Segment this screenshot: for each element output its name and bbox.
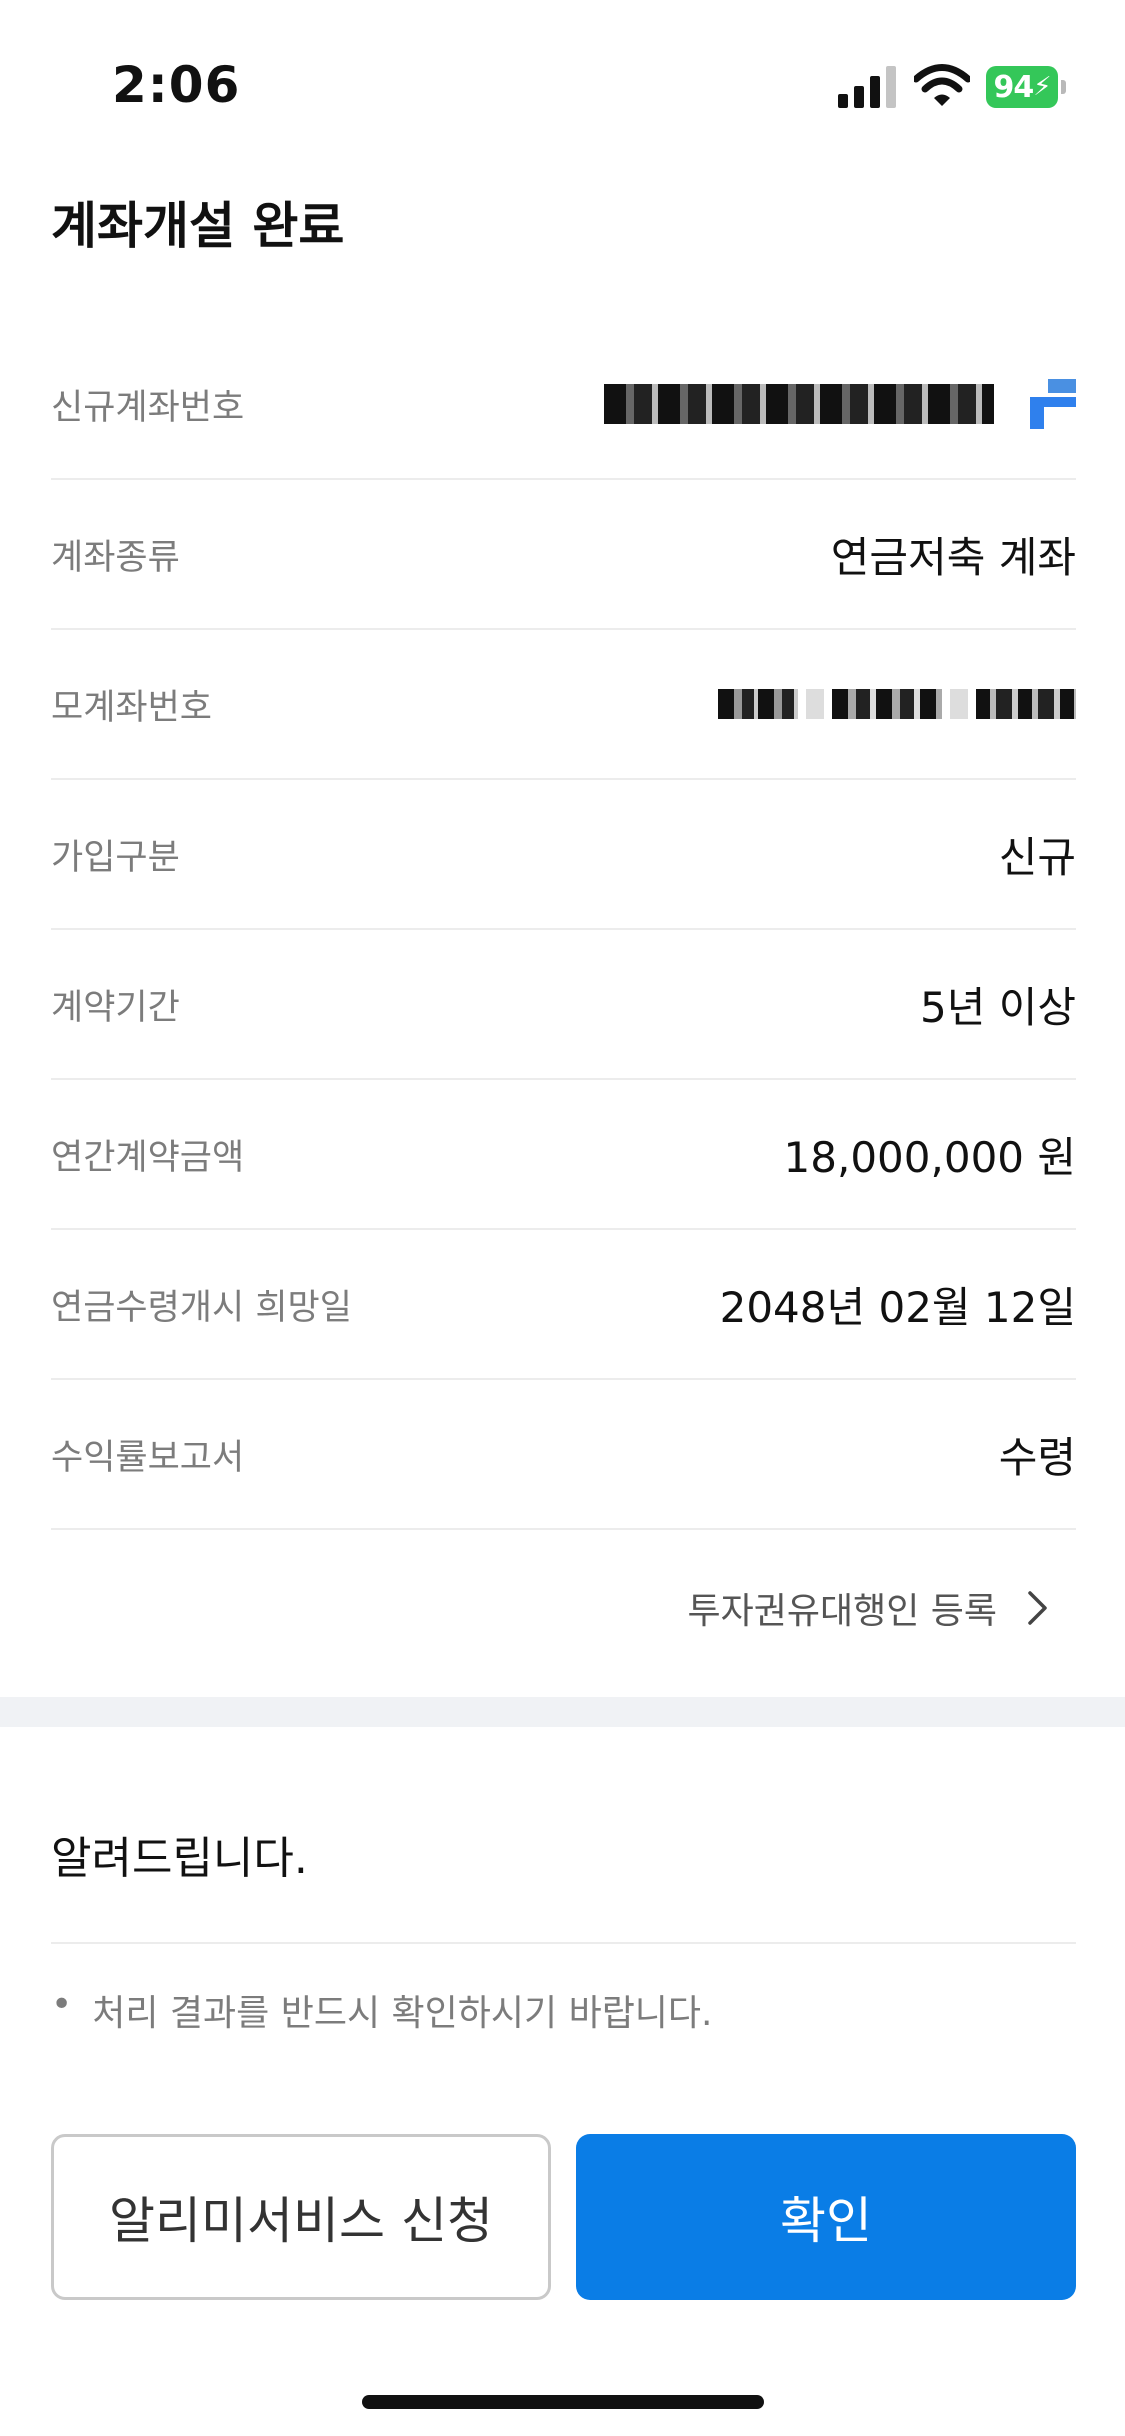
cellular-signal-icon xyxy=(838,66,896,108)
row-label: 연금수령개시 희망일 xyxy=(51,1287,352,1328)
masked-block xyxy=(976,689,1076,719)
battery-charging-icon: 94 ⚡ xyxy=(986,66,1066,108)
agent-link-label: 투자권유대행인 등록 xyxy=(687,1591,997,1632)
row-value: 연금저축 계좌 xyxy=(830,532,1076,582)
row-value: 18,000,000 원 xyxy=(783,1132,1076,1182)
notice-divider xyxy=(51,1942,1076,1944)
masked-block xyxy=(832,689,942,719)
row-return-report: 수익률보고서 수령 xyxy=(51,1380,1076,1530)
charging-bolt-icon: ⚡ xyxy=(1033,72,1051,102)
masked-block xyxy=(806,689,824,719)
row-value: 수령 xyxy=(998,1432,1076,1482)
row-label: 연간계약금액 xyxy=(51,1137,245,1178)
home-indicator[interactable] xyxy=(362,2395,764,2409)
notice-item-text: 처리 결과를 반드시 확인하시기 바랍니다. xyxy=(92,1993,713,2034)
row-label: 모계좌번호 xyxy=(51,687,213,728)
page-title: 계좌개설 완료 xyxy=(51,197,345,255)
row-label: 수익률보고서 xyxy=(51,1437,245,1478)
row-label: 계좌종류 xyxy=(51,537,180,578)
row-value: 2048년 02월 12일 xyxy=(719,1282,1076,1332)
row-value: 신규 xyxy=(998,832,1076,882)
bullet-icon: • xyxy=(51,1984,73,2025)
notice-title: 알려드립니다. xyxy=(51,1833,308,1884)
row-pension-start-date: 연금수령개시 희망일 2048년 02월 12일 xyxy=(51,1230,1076,1380)
section-divider xyxy=(0,1697,1125,1727)
row-annual-contract-amount: 연간계약금액 18,000,000 원 xyxy=(51,1080,1076,1230)
row-account-type: 계좌종류 연금저축 계좌 xyxy=(51,480,1076,630)
confirm-button[interactable]: 확인 xyxy=(576,2134,1076,2300)
notice-item: • 처리 결과를 반드시 확인하시기 바랍니다. xyxy=(51,1984,713,2036)
masked-block xyxy=(604,384,994,424)
copy-icon[interactable] xyxy=(1030,379,1076,429)
investment-agent-register-link[interactable]: 투자권유대행인 등록 xyxy=(687,1582,1049,1634)
row-value: 5년 이상 xyxy=(920,982,1076,1032)
wifi-icon xyxy=(914,64,970,106)
status-bar: 2:06 94 ⚡ xyxy=(0,0,1125,150)
row-label: 신규계좌번호 xyxy=(51,387,245,428)
row-subscription-type: 가입구분 신규 xyxy=(51,780,1076,930)
battery-level: 94 ⚡ xyxy=(986,66,1058,108)
parent-account-number-masked xyxy=(718,689,1076,719)
battery-tip xyxy=(1061,80,1066,94)
row-parent-account-number: 모계좌번호 xyxy=(51,630,1076,780)
row-label: 계약기간 xyxy=(51,987,180,1028)
masked-block xyxy=(950,689,968,719)
row-label: 가입구분 xyxy=(51,837,180,878)
account-info-list: 신규계좌번호 계좌종류 연금저축 계좌 모계좌번호 가입구분 신규 계약기간 5… xyxy=(51,330,1076,1530)
new-account-number-masked xyxy=(604,379,1076,429)
notification-service-apply-button[interactable]: 알리미서비스 신청 xyxy=(51,2134,551,2300)
masked-block xyxy=(718,689,798,719)
battery-percent: 94 xyxy=(993,69,1034,105)
chevron-right-icon xyxy=(1028,1591,1047,1625)
status-time: 2:06 xyxy=(112,56,241,114)
row-new-account-number: 신규계좌번호 xyxy=(51,330,1076,480)
row-contract-period: 계약기간 5년 이상 xyxy=(51,930,1076,1080)
